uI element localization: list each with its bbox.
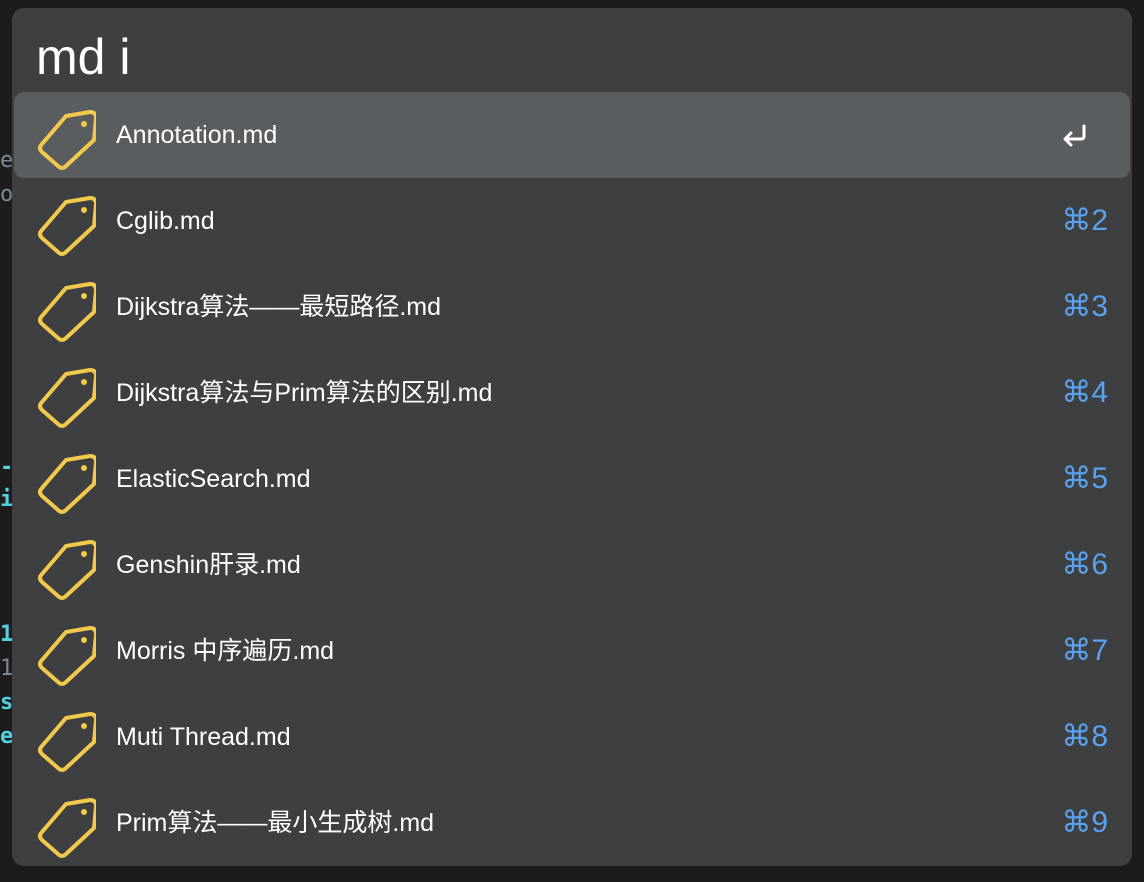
result-row[interactable]: Morris 中序遍历.md ⌘7 bbox=[14, 608, 1130, 694]
tag-icon bbox=[38, 110, 96, 170]
shortcut-label: ⌘2 bbox=[1061, 204, 1108, 237]
search-input[interactable] bbox=[34, 26, 1108, 88]
shortcut-label: ⌘6 bbox=[1061, 548, 1108, 581]
shortcut-label: ⌘8 bbox=[1061, 720, 1108, 753]
tag-icon bbox=[38, 712, 96, 772]
result-row[interactable]: Dijkstra算法与Prim算法的区别.md ⌘4 bbox=[14, 350, 1130, 436]
result-row[interactable]: ElasticSearch.md ⌘5 bbox=[14, 436, 1130, 522]
tag-icon bbox=[38, 454, 96, 514]
result-row[interactable]: Genshin肝录.md ⌘6 bbox=[14, 522, 1130, 608]
tag-icon bbox=[38, 368, 96, 428]
launcher-panel: Annotation.md Cglib.md ⌘2 Dijkstra算法——最短… bbox=[12, 8, 1132, 866]
result-row[interactable]: Prim算法——最小生成树.md ⌘9 bbox=[14, 780, 1130, 866]
result-label: Cglib.md bbox=[116, 207, 215, 235]
result-label: Annotation.md bbox=[116, 121, 278, 149]
result-row[interactable]: Dijkstra算法——最短路径.md ⌘3 bbox=[14, 264, 1130, 350]
shortcut-label: ⌘3 bbox=[1061, 290, 1108, 323]
shortcut-label: ⌘7 bbox=[1061, 634, 1108, 667]
tag-icon bbox=[38, 282, 96, 342]
result-row[interactable]: Muti Thread.md ⌘8 bbox=[14, 694, 1130, 780]
shortcut-label: ⌘9 bbox=[1061, 806, 1108, 839]
result-label: Morris 中序遍历.md bbox=[116, 637, 335, 665]
tag-icon bbox=[38, 196, 96, 256]
result-row[interactable]: Annotation.md bbox=[14, 92, 1130, 178]
result-label: Genshin肝录.md bbox=[116, 551, 301, 579]
shortcut-label: ⌘5 bbox=[1061, 462, 1108, 495]
result-label: Prim算法——最小生成树.md bbox=[116, 809, 435, 837]
shortcut-label: ⌘4 bbox=[1061, 376, 1108, 409]
tag-icon bbox=[38, 540, 96, 600]
result-label: ElasticSearch.md bbox=[116, 465, 311, 493]
tag-icon bbox=[38, 798, 96, 858]
enter-icon bbox=[1063, 124, 1086, 147]
result-label: Muti Thread.md bbox=[116, 723, 291, 751]
result-row[interactable]: Cglib.md ⌘2 bbox=[14, 178, 1130, 264]
tag-icon bbox=[38, 626, 96, 686]
results-list: Annotation.md Cglib.md ⌘2 Dijkstra算法——最短… bbox=[14, 92, 1132, 866]
result-label: Dijkstra算法与Prim算法的区别.md bbox=[116, 379, 493, 407]
result-label: Dijkstra算法——最短路径.md bbox=[116, 293, 442, 321]
